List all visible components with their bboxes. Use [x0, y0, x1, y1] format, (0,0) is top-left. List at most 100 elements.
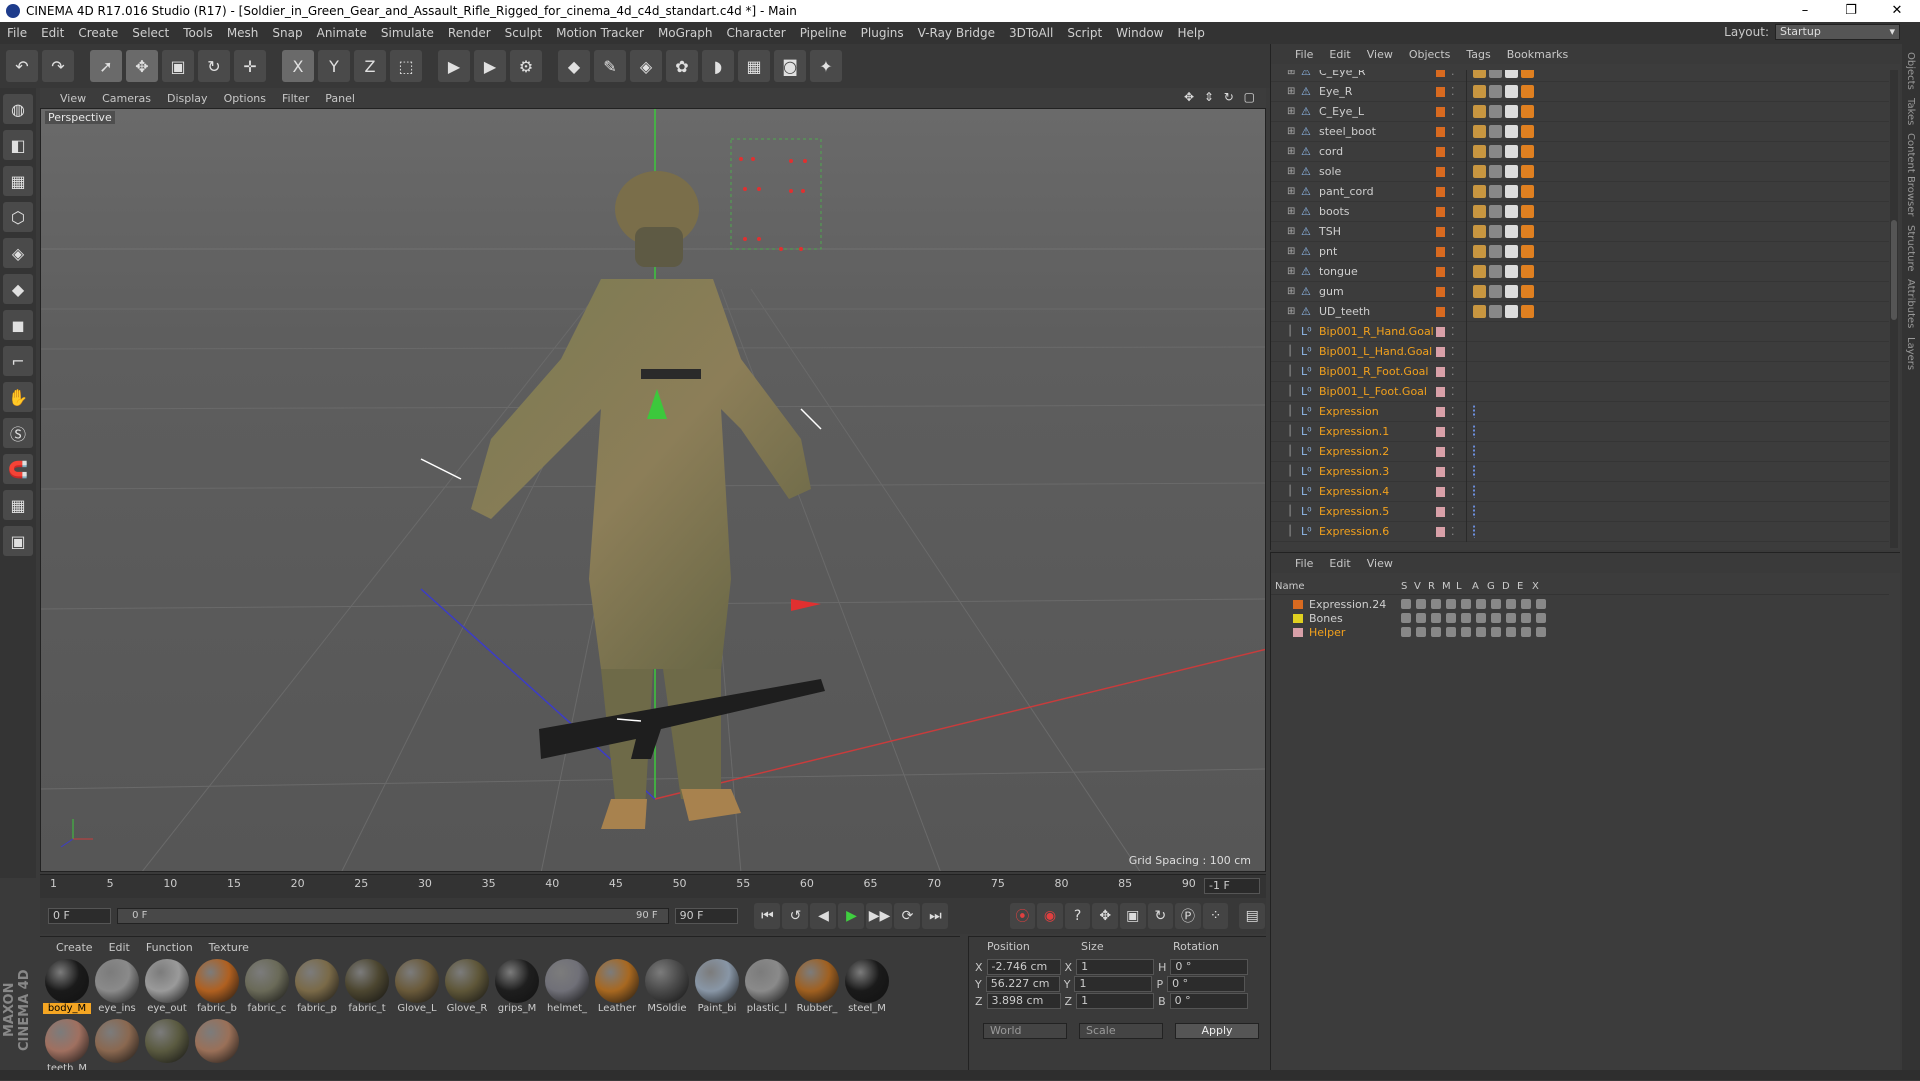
- tag-icon[interactable]: [1521, 70, 1534, 78]
- object-name[interactable]: gum: [1319, 285, 1344, 298]
- object-row[interactable]: │ L⁰ Bip001_R_Hand.Goal ⁚: [1271, 321, 1889, 342]
- edges-icon[interactable]: ◆: [3, 274, 33, 304]
- menu-edit[interactable]: Edit: [34, 26, 71, 40]
- object-name[interactable]: cord: [1319, 145, 1343, 158]
- tag-icon[interactable]: [1521, 105, 1534, 118]
- tag-icon[interactable]: [1489, 265, 1502, 278]
- material-swatch[interactable]: Leather: [593, 959, 641, 1017]
- expand-icon[interactable]: ⊞: [1287, 306, 1295, 317]
- tag-icon[interactable]: [1505, 265, 1518, 278]
- deformer-icon[interactable]: ◗: [702, 50, 734, 82]
- visibility-dots-icon[interactable]: ⁚: [1451, 105, 1455, 118]
- object-name[interactable]: Bip001_L_Hand.Goal: [1319, 345, 1432, 358]
- layer-flag-toggle[interactable]: [1521, 613, 1531, 623]
- viewport-menu-display[interactable]: Display: [159, 92, 216, 105]
- floor-icon[interactable]: ▦: [738, 50, 770, 82]
- material-swatch[interactable]: Glove_L: [393, 959, 441, 1017]
- expression-tag-icon[interactable]: [1473, 465, 1486, 478]
- material-menu-edit[interactable]: Edit: [101, 941, 138, 954]
- material-swatch[interactable]: [143, 1019, 191, 1077]
- expression-tag-icon[interactable]: [1473, 485, 1486, 498]
- tag-icon[interactable]: [1505, 185, 1518, 198]
- frame-range-slider[interactable]: 0 F 90 F: [117, 908, 669, 924]
- layer-flag-toggle[interactable]: [1401, 613, 1411, 623]
- keyframe-selection-icon[interactable]: ?: [1064, 903, 1091, 929]
- position-field[interactable]: 3.898 cm: [986, 993, 1061, 1009]
- layer-flag-toggle[interactable]: [1446, 599, 1456, 609]
- tag-icon[interactable]: [1473, 85, 1486, 98]
- layer-menu-view[interactable]: View: [1359, 557, 1401, 570]
- layer-color-swatch[interactable]: [1436, 207, 1445, 217]
- visibility-dots-icon[interactable]: ⁚: [1451, 325, 1455, 338]
- menu-plugins[interactable]: Plugins: [854, 26, 911, 40]
- tag-icon[interactable]: [1489, 205, 1502, 218]
- layer-flag-toggle[interactable]: [1536, 627, 1546, 637]
- expand-icon[interactable]: ⊞: [1287, 126, 1295, 137]
- tag-icon[interactable]: [1489, 85, 1502, 98]
- layer-flag-toggle[interactable]: [1476, 599, 1486, 609]
- visibility-dots-icon[interactable]: ⁚: [1451, 505, 1455, 518]
- material-swatch[interactable]: fabric_b: [193, 959, 241, 1017]
- material-swatch[interactable]: plastic_l: [743, 959, 791, 1017]
- menu-script[interactable]: Script: [1060, 26, 1109, 40]
- tag-icon[interactable]: [1473, 165, 1486, 178]
- material-swatch[interactable]: grips_M: [493, 959, 541, 1017]
- tag-icon[interactable]: [1473, 285, 1486, 298]
- side-tab-takes[interactable]: Takes: [1905, 98, 1916, 125]
- expand-icon[interactable]: ⊞: [1287, 166, 1295, 177]
- tag-icon[interactable]: [1505, 225, 1518, 238]
- layer-color-swatch[interactable]: [1436, 267, 1445, 277]
- object-name[interactable]: TSH: [1319, 225, 1341, 238]
- object-row[interactable]: ⊞ ⚠ sole ⁚: [1271, 161, 1889, 182]
- rotation-field[interactable]: 0 °: [1167, 976, 1246, 992]
- x-axis-icon[interactable]: X: [282, 50, 314, 82]
- visibility-dots-icon[interactable]: ⁚: [1451, 525, 1455, 538]
- visibility-dots-icon[interactable]: ⁚: [1451, 70, 1455, 78]
- go-to-start-icon[interactable]: ⏮: [754, 903, 781, 929]
- object-row[interactable]: ⊞ ⚠ Eye_R ⁚: [1271, 81, 1889, 102]
- layer-flag-toggle[interactable]: [1521, 627, 1531, 637]
- layer-color-swatch[interactable]: [1436, 467, 1445, 477]
- start-frame-field[interactable]: 0 F: [48, 908, 112, 924]
- layer-flag-toggle[interactable]: [1536, 613, 1546, 623]
- current-frame-field[interactable]: -1 F: [1204, 878, 1260, 894]
- object-row[interactable]: ⊞ ⚠ tongue ⁚: [1271, 261, 1889, 282]
- layer-color-swatch[interactable]: [1293, 628, 1303, 637]
- menu-tools[interactable]: Tools: [176, 26, 220, 40]
- go-to-end-icon[interactable]: ⏭: [922, 903, 949, 929]
- render-settings-icon[interactable]: ⚙: [510, 50, 542, 82]
- material-swatch[interactable]: eye_ins: [93, 959, 141, 1017]
- visibility-dots-icon[interactable]: ⁚: [1451, 485, 1455, 498]
- object-name[interactable]: boots: [1319, 205, 1350, 218]
- layer-header-e[interactable]: E: [1517, 581, 1523, 592]
- layer-flag-toggle[interactable]: [1446, 627, 1456, 637]
- object-name[interactable]: sole: [1319, 165, 1341, 178]
- side-tab-structure[interactable]: Structure: [1905, 225, 1916, 272]
- object-name[interactable]: Expression.4: [1319, 485, 1389, 498]
- object-name[interactable]: Bip001_R_Foot.Goal: [1319, 365, 1428, 378]
- rotate-icon[interactable]: ↻: [198, 50, 230, 82]
- object-row[interactable]: │ L⁰ Bip001_R_Foot.Goal ⁚: [1271, 361, 1889, 382]
- size-field[interactable]: 1: [1076, 959, 1155, 975]
- subdivision-icon[interactable]: ◈: [630, 50, 662, 82]
- viewport-menu-cameras[interactable]: Cameras: [94, 92, 159, 105]
- scale-dropdown[interactable]: Scale: [1079, 1023, 1163, 1039]
- tag-icon[interactable]: [1489, 225, 1502, 238]
- minimize-button[interactable]: –: [1782, 0, 1828, 22]
- object-menu-edit[interactable]: Edit: [1321, 48, 1358, 61]
- visibility-dots-icon[interactable]: ⁚: [1451, 385, 1455, 398]
- grid-snap-icon[interactable]: ▦: [3, 490, 33, 520]
- tag-icon[interactable]: [1489, 285, 1502, 298]
- visibility-dots-icon[interactable]: ⁚: [1451, 265, 1455, 278]
- object-name[interactable]: Expression.6: [1319, 525, 1389, 538]
- tag-icon[interactable]: [1473, 225, 1486, 238]
- tag-icon[interactable]: [1489, 105, 1502, 118]
- render-view-icon[interactable]: ▶: [438, 50, 470, 82]
- object-row[interactable]: │ L⁰ Expression.1 ⁚: [1271, 421, 1889, 442]
- layer-header-d[interactable]: D: [1502, 581, 1510, 592]
- menu-snap[interactable]: Snap: [265, 26, 309, 40]
- layer-color-swatch[interactable]: [1436, 307, 1445, 317]
- layer-name[interactable]: Helper: [1309, 626, 1345, 639]
- cube-icon[interactable]: ◆: [558, 50, 590, 82]
- move-key-icon[interactable]: ✥: [1092, 903, 1118, 929]
